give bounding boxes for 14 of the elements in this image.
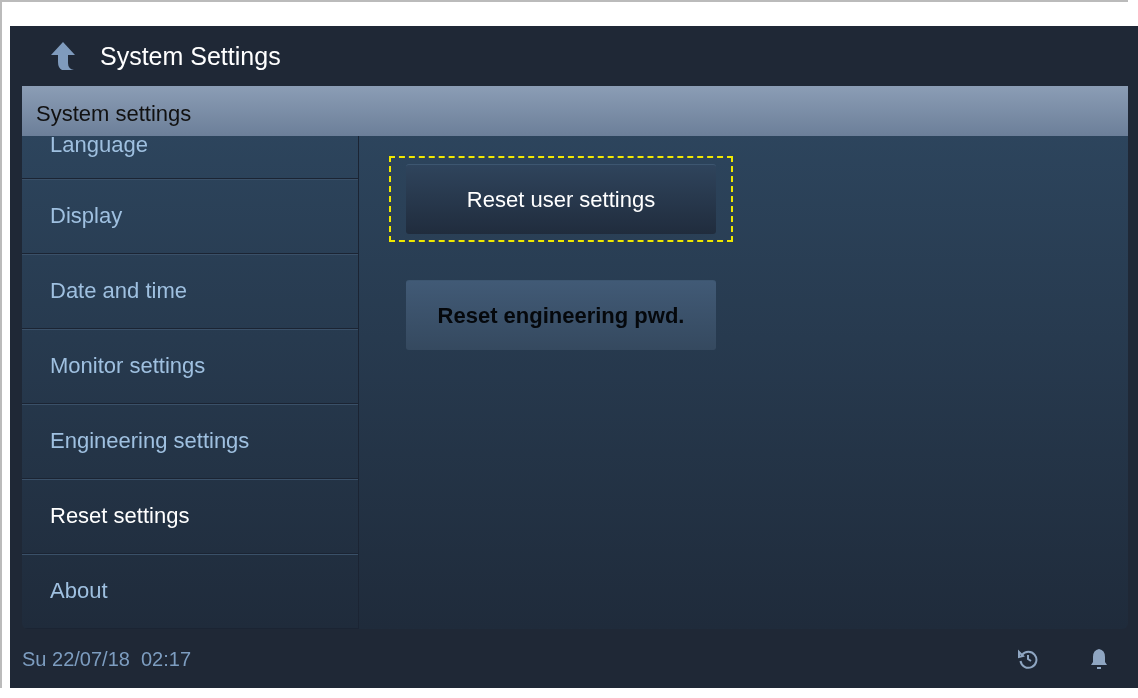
menu-item[interactable]: Engineering settings [22,404,358,479]
menu-item[interactable]: Display [22,179,358,254]
menu-item[interactable]: Language [22,136,358,179]
screen-title: System Settings [100,41,281,71]
menu-item[interactable]: About [22,554,358,629]
date-time: Su 22/07/18 02:17 [22,647,193,671]
bell-icon[interactable] [1090,648,1108,670]
menu-item[interactable]: Reset settings [22,479,358,554]
menu-item[interactable]: Date and time [22,254,358,329]
history-clock-icon[interactable] [1018,649,1038,669]
menu-item[interactable]: Monitor settings [22,329,358,404]
back-arrow-icon[interactable] [50,41,76,71]
reset-button[interactable]: Reset user settings [406,164,716,234]
section-header: System settings [22,86,1128,136]
